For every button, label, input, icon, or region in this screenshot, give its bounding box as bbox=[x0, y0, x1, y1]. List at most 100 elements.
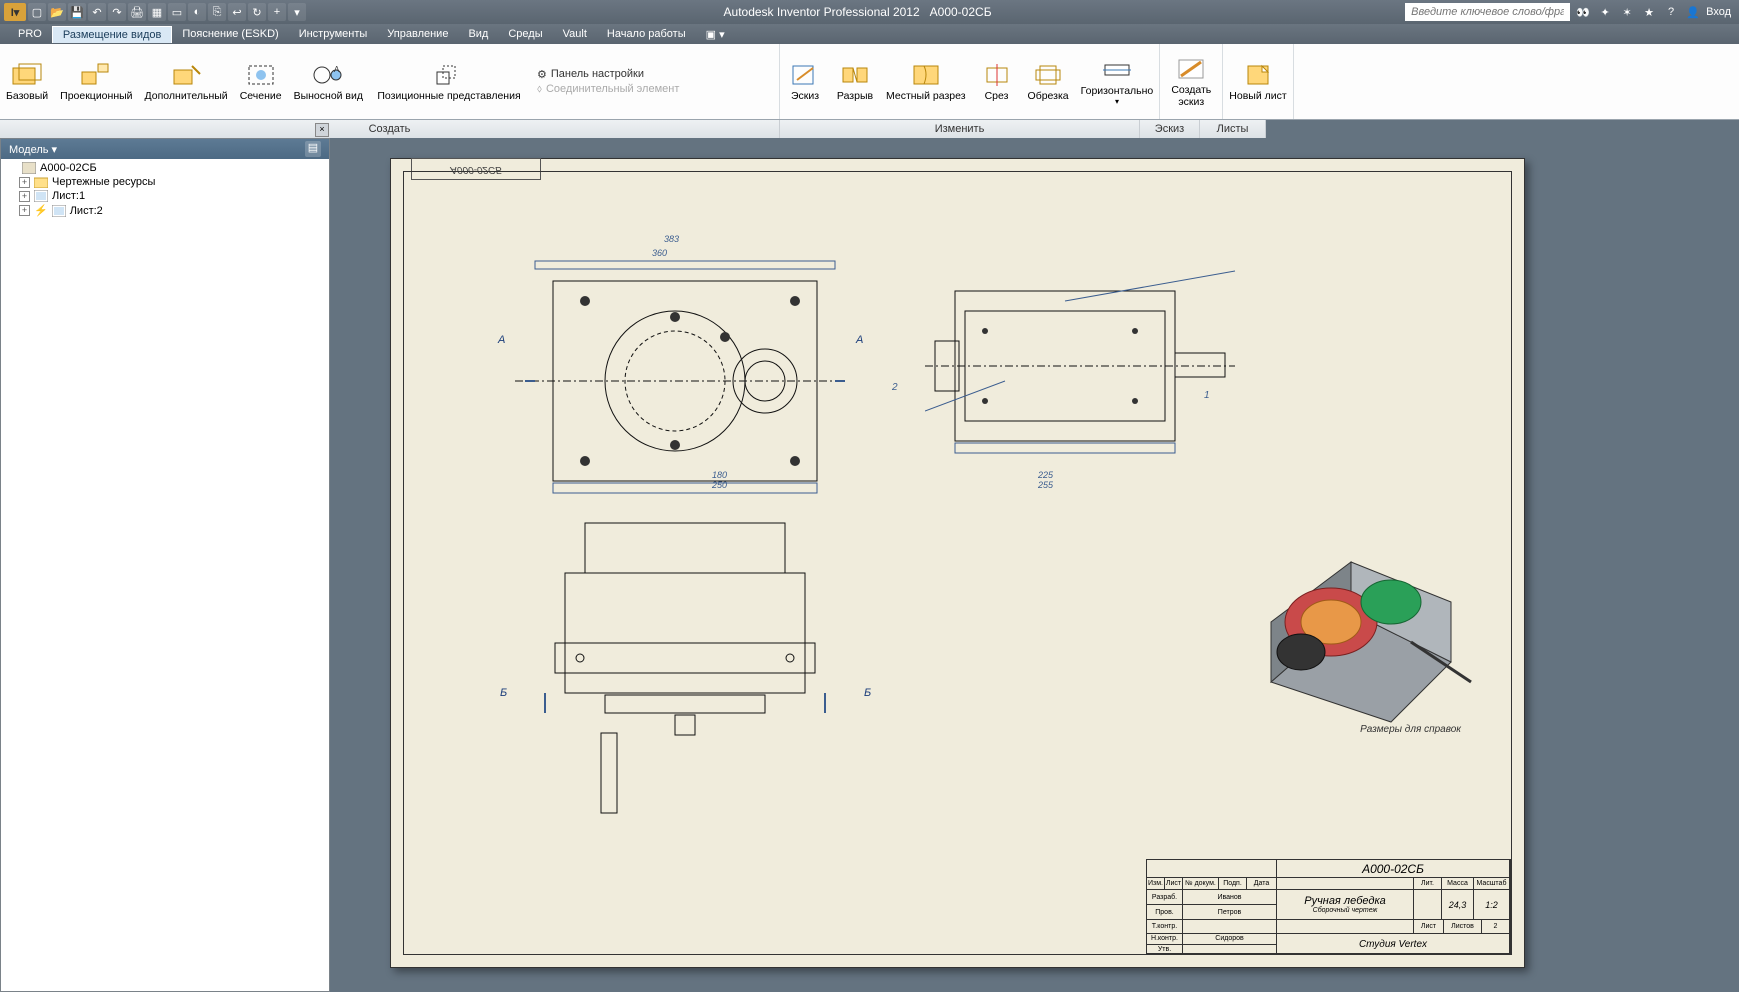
qat-print-icon[interactable]: 🖨 bbox=[128, 3, 146, 21]
qat-return-icon[interactable]: ↩ bbox=[228, 3, 246, 21]
model-browser-panel: × Модель ▾ ▤ А000-02СБ + Чертежные ресур… bbox=[0, 138, 330, 992]
tab-view[interactable]: Вид bbox=[458, 26, 498, 42]
link-icon: ⬨ bbox=[537, 83, 542, 96]
note-sizes: Размеры для справок bbox=[1360, 724, 1461, 735]
tb-title: Ручная лебедка bbox=[1304, 895, 1386, 907]
positional-button[interactable]: Позиционные представления bbox=[369, 44, 529, 119]
tab-manage[interactable]: Управление bbox=[377, 26, 458, 42]
detail-view-icon: A bbox=[312, 62, 344, 88]
comm-icon[interactable]: ✦ bbox=[1596, 3, 1614, 21]
slice-icon bbox=[981, 62, 1013, 88]
app-menu-button[interactable]: I▾ bbox=[4, 3, 26, 21]
lightning-icon: ⚡ bbox=[34, 204, 48, 217]
qat-redo-icon[interactable]: ↷ bbox=[108, 3, 126, 21]
expand-toggle[interactable]: + bbox=[19, 205, 30, 216]
login-link[interactable]: Вход bbox=[1706, 6, 1731, 18]
create-sketch-icon bbox=[1175, 56, 1207, 82]
tab-pro[interactable]: PRO bbox=[8, 26, 52, 42]
tb-company: Студия Vertex bbox=[1277, 934, 1510, 954]
titlebar: I▾ ▢ 📂 💾 ↶ ↷ 🖨 ▦ ▭ ◐ ⎘ ↩ ↻ + ▾ Autodesk … bbox=[0, 0, 1739, 24]
create-sketch-button[interactable]: Создать эскиз bbox=[1160, 44, 1222, 119]
expand-toggle[interactable]: + bbox=[19, 191, 30, 202]
qat-update-icon[interactable]: ↻ bbox=[248, 3, 266, 21]
base-view-icon bbox=[11, 62, 43, 88]
tree-root[interactable]: А000-02СБ bbox=[3, 161, 327, 175]
top-plan-view[interactable] bbox=[494, 240, 864, 500]
front-view[interactable] bbox=[524, 512, 864, 822]
binoculars-icon[interactable]: 👀 bbox=[1574, 3, 1592, 21]
break-button[interactable]: Разрыв bbox=[830, 44, 880, 119]
panel-settings-button[interactable]: ⚙ Панель настройки bbox=[537, 68, 679, 81]
crop-button[interactable]: Обрезка bbox=[1022, 44, 1075, 119]
drawing-sheet[interactable]: А000-02СБ 383 360 180 250 225 255 А А Б … bbox=[390, 158, 1525, 968]
tab-get-started[interactable]: Начало работы bbox=[597, 26, 696, 42]
sheet-icon bbox=[34, 190, 48, 202]
tab-extra[interactable]: ▣ ▾ bbox=[696, 26, 735, 43]
user-icon[interactable]: 👤 bbox=[1684, 3, 1702, 21]
ribbon: Базовый Проекционный Дополнительный Сече… bbox=[0, 44, 1739, 120]
new-sheet-button[interactable]: Новый лист bbox=[1223, 44, 1292, 119]
workspace: × Модель ▾ ▤ А000-02СБ + Чертежные ресур… bbox=[0, 138, 1739, 992]
group-label-create: Создать bbox=[0, 120, 780, 138]
section-b-right: Б bbox=[864, 687, 871, 699]
svg-text:A: A bbox=[334, 65, 340, 74]
drawing-frame: 383 360 180 250 225 255 А А Б Б 2 1 bbox=[403, 171, 1512, 955]
auxiliary-view-icon bbox=[170, 62, 202, 88]
auxiliary-view-button[interactable]: Дополнительный bbox=[139, 44, 234, 119]
tab-annotation-eskd[interactable]: Пояснение (ESKD) bbox=[172, 26, 288, 42]
quick-access-toolbar: I▾ ▢ 📂 💾 ↶ ↷ 🖨 ▦ ▭ ◐ ⎘ ↩ ↻ + ▾ bbox=[0, 3, 310, 21]
exchange-icon[interactable]: ✶ bbox=[1618, 3, 1636, 21]
qat-material-icon[interactable]: ◐ bbox=[188, 3, 206, 21]
qat-link-icon[interactable]: ⎘ bbox=[208, 3, 226, 21]
crop-icon bbox=[1032, 62, 1064, 88]
qat-open-icon[interactable]: 📂 bbox=[48, 3, 66, 21]
horizontal-icon bbox=[1101, 57, 1133, 83]
tab-environments[interactable]: Среды bbox=[498, 26, 552, 42]
gear-icon: ⚙ bbox=[537, 68, 547, 81]
folder-icon bbox=[34, 176, 48, 188]
help-icon[interactable]: ? bbox=[1662, 3, 1680, 21]
tab-place-views[interactable]: Размещение видов bbox=[52, 26, 173, 43]
3d-isometric-view[interactable] bbox=[1211, 502, 1491, 742]
panel-filter-button[interactable]: ▤ bbox=[305, 141, 321, 157]
tree-item-sheet2[interactable]: + ⚡ Лист:2 bbox=[3, 203, 327, 218]
tree-item-sheet1[interactable]: + Лист:1 bbox=[3, 189, 327, 203]
title-block[interactable]: А000-02СБ Изм. Лист № докум. Подп. Дата … bbox=[1146, 859, 1511, 954]
group-label-sheets: Листы bbox=[1200, 120, 1266, 138]
tree-item-resources[interactable]: + Чертежные ресурсы bbox=[3, 175, 327, 189]
section-view-icon bbox=[245, 62, 277, 88]
favorite-icon[interactable]: ★ bbox=[1640, 3, 1658, 21]
projected-view-icon bbox=[80, 62, 112, 88]
sketch-icon bbox=[789, 62, 821, 88]
panel-title: Модель bbox=[9, 144, 48, 156]
qat-plus-icon[interactable]: + bbox=[268, 3, 286, 21]
connector-button: ⬨ Соединительный элемент bbox=[537, 83, 679, 96]
panel-header: Модель ▾ ▤ bbox=[1, 139, 329, 159]
qat-undo-icon[interactable]: ↶ bbox=[88, 3, 106, 21]
callout-2: 2 bbox=[892, 382, 898, 393]
horizontal-button[interactable]: Горизонтально ▾ bbox=[1075, 44, 1160, 119]
qat-more-icon[interactable]: ▾ bbox=[288, 3, 306, 21]
drawing-canvas[interactable]: А000-02СБ 383 360 180 250 225 255 А А Б … bbox=[330, 138, 1739, 992]
projected-view-button[interactable]: Проекционный bbox=[54, 44, 138, 119]
local-section-icon bbox=[910, 62, 942, 88]
qat-save-icon[interactable]: 💾 bbox=[68, 3, 86, 21]
tab-tools[interactable]: Инструменты bbox=[289, 26, 378, 42]
base-view-button[interactable]: Базовый bbox=[0, 44, 54, 119]
qat-select-icon[interactable]: ▭ bbox=[168, 3, 186, 21]
panel-close-button[interactable]: × bbox=[315, 123, 329, 137]
local-section-button[interactable]: Местный разрез bbox=[880, 44, 972, 119]
section-view-button[interactable]: Сечение bbox=[234, 44, 288, 119]
sketch-button[interactable]: Эскиз bbox=[780, 44, 830, 119]
search-input[interactable] bbox=[1405, 3, 1570, 21]
detail-view-button[interactable]: A Выносной вид bbox=[288, 44, 369, 119]
drawing-icon bbox=[22, 162, 36, 174]
qat-export-icon[interactable]: ▦ bbox=[148, 3, 166, 21]
ribbon-tabs: PRO Размещение видов Пояснение (ESKD) Ин… bbox=[0, 24, 1739, 44]
slice-button[interactable]: Срез bbox=[972, 44, 1022, 119]
tab-vault[interactable]: Vault bbox=[553, 26, 597, 42]
break-icon bbox=[839, 62, 871, 88]
expand-toggle[interactable]: + bbox=[19, 177, 30, 188]
qat-new-icon[interactable]: ▢ bbox=[28, 3, 46, 21]
side-view[interactable] bbox=[924, 260, 1244, 490]
